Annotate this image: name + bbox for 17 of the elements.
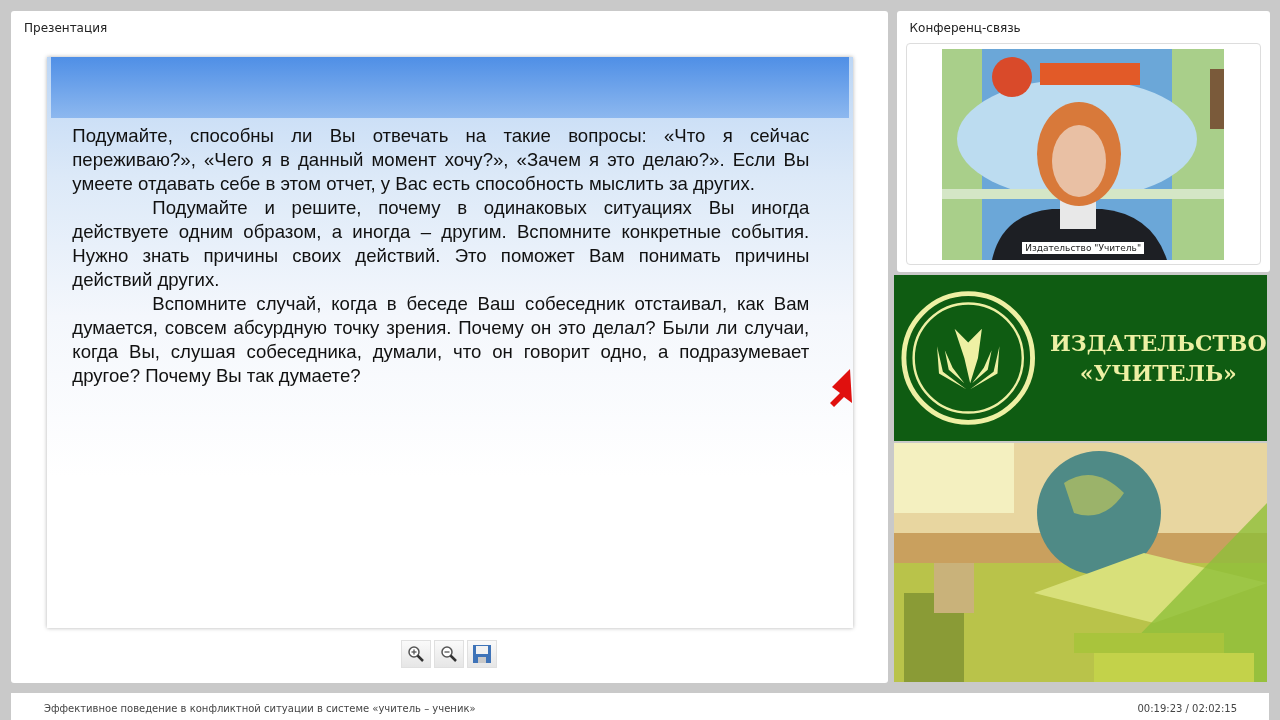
logo-icon xyxy=(899,288,1037,428)
lecture-title: Эффективное поведение в конфликтной ситуации в системе «учитель – ученик» xyxy=(44,702,476,714)
zoom-out-icon xyxy=(440,645,459,663)
banner-title: ИЗДАТЕЛЬСТВО xyxy=(1050,329,1267,358)
slide-paragraph: Подумайте и решите, почему в одинаковых ситуациях Вы иногда действуете одним образом, а иногда – другим. Вспомните конкретные события. Нужно знать причины своих действий. Это поможет Вам понимать причины действий других. xyxy=(72,196,810,292)
pointer-icon xyxy=(830,369,853,407)
zoom-in-button[interactable] xyxy=(401,640,432,668)
save-button[interactable] xyxy=(467,640,498,668)
panel-title: Презентация xyxy=(24,21,108,37)
save-icon xyxy=(472,644,493,664)
zoom-out-button[interactable] xyxy=(434,640,465,668)
playback-time: 00:19:23 / 02:02:15 xyxy=(1137,702,1237,714)
slide-paragraph: Вспомните случай, когда в беседе Ваш собеседник отстаивал, как Вам думается, совсем абсурдную точку зрения. Почему он это делал? Были ли случаи, когда Вы, слушая собеседника, думали, что он говорит одно, а подразумевает другое? Почему Вы так думаете? xyxy=(72,292,810,388)
banner-title: «УЧИТЕЛЬ» xyxy=(1079,359,1237,388)
zoom-in-icon xyxy=(407,645,426,663)
panel-title: Конференц-связь xyxy=(909,21,1022,37)
slide-paragraph: Подумайте, способны ли Вы отвечать на такие вопросы: «Что я сейчас переживаю?», «Чего я в данный момент хочу?», «Зачем я это делаю?». Если Вы умеете отдавать себе в этом отчет, у Вас есть способность мыслить за других. xyxy=(72,124,810,196)
